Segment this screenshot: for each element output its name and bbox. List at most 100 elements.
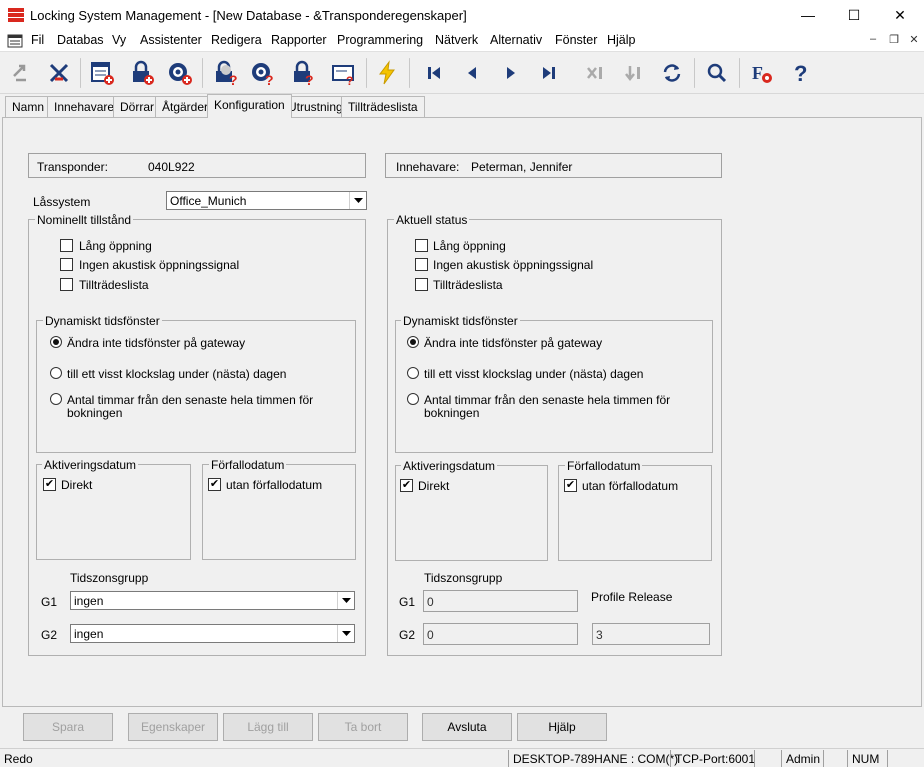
nominal-radio-hours-label: Antal timmar från den senaste hela timme…: [67, 393, 314, 407]
current-g2-field: 0: [423, 623, 578, 645]
help-icon[interactable]: ?: [785, 57, 817, 89]
nominal-long-opening-checkbox[interactable]: [60, 239, 73, 252]
menu-rapporter[interactable]: Rapporter: [271, 33, 327, 47]
nominal-g1-select[interactable]: ingen: [70, 591, 355, 610]
nominal-radio-time-of-day[interactable]: [50, 367, 62, 379]
new-transponder-icon[interactable]: [164, 57, 196, 89]
prev-record-icon[interactable]: [456, 57, 488, 89]
add-button[interactable]: Lägg till: [223, 713, 313, 741]
close-window-button[interactable]: ✕: [877, 0, 923, 30]
current-radio-time-of-day-label: till ett visst klockslag under (nästa) d…: [424, 367, 644, 381]
nominal-radio-hours[interactable]: [50, 393, 62, 405]
menu-programmering[interactable]: Programmering: [337, 33, 423, 47]
menu-alternativ[interactable]: Alternativ: [490, 33, 542, 47]
mdi-minimize-button[interactable]: –: [864, 33, 882, 49]
lock-query-icon[interactable]: ?: [287, 57, 319, 89]
status-bar: Redo DESKTOP-789HANE : COM(*) TCP-Port:6…: [0, 748, 924, 767]
menu-redigera[interactable]: Redigera: [211, 33, 262, 47]
tab-innehavare[interactable]: Innehavare: [47, 96, 122, 118]
tab-strip: Namn Innehavare Dörrar Åtgärder Konfigur…: [0, 94, 924, 118]
nominal-activation-group: [36, 464, 191, 560]
menu-hjalp[interactable]: Hjälp: [607, 33, 636, 47]
profile-release-field: 3: [592, 623, 710, 645]
delete-transponder-icon[interactable]: [43, 57, 75, 89]
search-icon[interactable]: [701, 57, 733, 89]
menu-assistenter[interactable]: Assistenter: [140, 33, 202, 47]
mdi-close-button[interactable]: ✕: [905, 33, 923, 49]
tab-namn[interactable]: Namn: [5, 96, 52, 118]
locking-system-label: Låssystem: [33, 195, 91, 209]
current-g2-value: 0: [427, 628, 434, 642]
mdi-restore-button[interactable]: ❐: [885, 33, 903, 49]
toolbar-separator: [366, 58, 367, 88]
current-no-acoustic-label: Ingen akustisk öppningssignal: [433, 258, 594, 272]
menu-fonster[interactable]: Fönster: [555, 33, 597, 47]
current-status-title: Aktuell status: [394, 213, 470, 227]
transponder-value: 040L922: [148, 160, 195, 174]
svg-text:?: ?: [346, 74, 353, 86]
program-icon[interactable]: [371, 57, 403, 89]
nominal-g2-value: ingen: [74, 627, 104, 641]
toolbar-separator: [202, 58, 203, 88]
nominal-no-acoustic-checkbox[interactable]: [60, 258, 73, 271]
help-button[interactable]: Hjälp: [517, 713, 607, 741]
current-no-acoustic-checkbox: [415, 258, 428, 271]
last-record-icon[interactable]: [533, 57, 565, 89]
doc-menu-icon[interactable]: [7, 33, 23, 49]
locking-system-select[interactable]: Office_Munich: [166, 191, 367, 210]
save-button[interactable]: Spara: [23, 713, 113, 741]
nominal-access-list-checkbox[interactable]: [60, 278, 73, 291]
nominal-no-acoustic-label: Ingen akustisk öppningssignal: [79, 258, 240, 272]
lock-status-icon[interactable]: ?: [209, 57, 241, 89]
new-door-icon[interactable]: [86, 57, 118, 89]
current-radio-hours-label-2: bokningen: [424, 406, 480, 420]
transponder-status-icon[interactable]: ?: [247, 57, 279, 89]
card-reader-icon[interactable]: ?: [327, 57, 359, 89]
sort-icon[interactable]: [618, 57, 650, 89]
nominal-direct-checkbox[interactable]: ✔: [43, 478, 56, 491]
nominal-radio-no-change[interactable]: [50, 336, 62, 348]
remove-button[interactable]: Ta bort: [318, 713, 408, 741]
status-empty-pane: [823, 750, 847, 767]
nominal-g2-select[interactable]: ingen: [70, 624, 355, 643]
refresh-icon[interactable]: [656, 57, 688, 89]
menu-vy[interactable]: Vy: [112, 33, 126, 47]
tab-tilltradeslista[interactable]: Tillträdeslista: [341, 96, 425, 118]
delete-record-icon[interactable]: [580, 57, 612, 89]
current-direct-checkbox: ✔: [400, 479, 413, 492]
status-user: Admin: [781, 750, 823, 767]
nominal-g2-label: G2: [41, 628, 58, 642]
menu-bar: Fil Databas Vy Assistenter Redigera Rapp…: [0, 30, 924, 52]
status-port: TCP-Port:6001: [670, 750, 755, 767]
nominal-g1-value: ingen: [74, 594, 104, 608]
tab-dorrar[interactable]: Dörrar: [113, 96, 162, 118]
sync-disabled-icon[interactable]: [5, 57, 37, 89]
svg-text:?: ?: [229, 72, 238, 86]
profile-release-label: Profile Release: [591, 590, 673, 604]
maximize-button[interactable]: ☐: [831, 0, 877, 30]
nominal-radio-time-of-day-label: till ett visst klockslag under (nästa) d…: [67, 367, 287, 381]
toolbar-separator: [409, 58, 410, 88]
current-no-expiry-label: utan förfallodatum: [582, 479, 679, 493]
nominal-state-title: Nominellt tillstånd: [35, 213, 134, 227]
menu-fil[interactable]: Fil: [31, 33, 44, 47]
close-button[interactable]: Avsluta: [422, 713, 512, 741]
status-empty-pane: [754, 750, 781, 767]
new-lock-icon[interactable]: [126, 57, 158, 89]
nominal-access-list-label: Tillträdeslista: [79, 278, 149, 292]
nominal-timezone-title: Tidszonsgrupp: [70, 571, 149, 585]
tab-konfiguration[interactable]: Konfiguration: [207, 94, 292, 118]
chevron-down-icon: [337, 625, 354, 642]
menu-databas[interactable]: Databas: [57, 33, 104, 47]
next-record-icon[interactable]: [495, 57, 527, 89]
properties-button[interactable]: Egenskaper: [128, 713, 218, 741]
first-record-icon[interactable]: [418, 57, 450, 89]
font-settings-icon[interactable]: F: [746, 57, 778, 89]
locking-system-value: Office_Munich: [170, 194, 247, 208]
nominal-no-expiry-checkbox[interactable]: ✔: [208, 478, 221, 491]
minimize-button[interactable]: —: [785, 0, 831, 30]
title-bar: Locking System Management - [New Databas…: [0, 0, 924, 30]
svg-text:?: ?: [794, 61, 807, 85]
svg-text:?: ?: [265, 72, 274, 86]
menu-natverk[interactable]: Nätverk: [435, 33, 478, 47]
